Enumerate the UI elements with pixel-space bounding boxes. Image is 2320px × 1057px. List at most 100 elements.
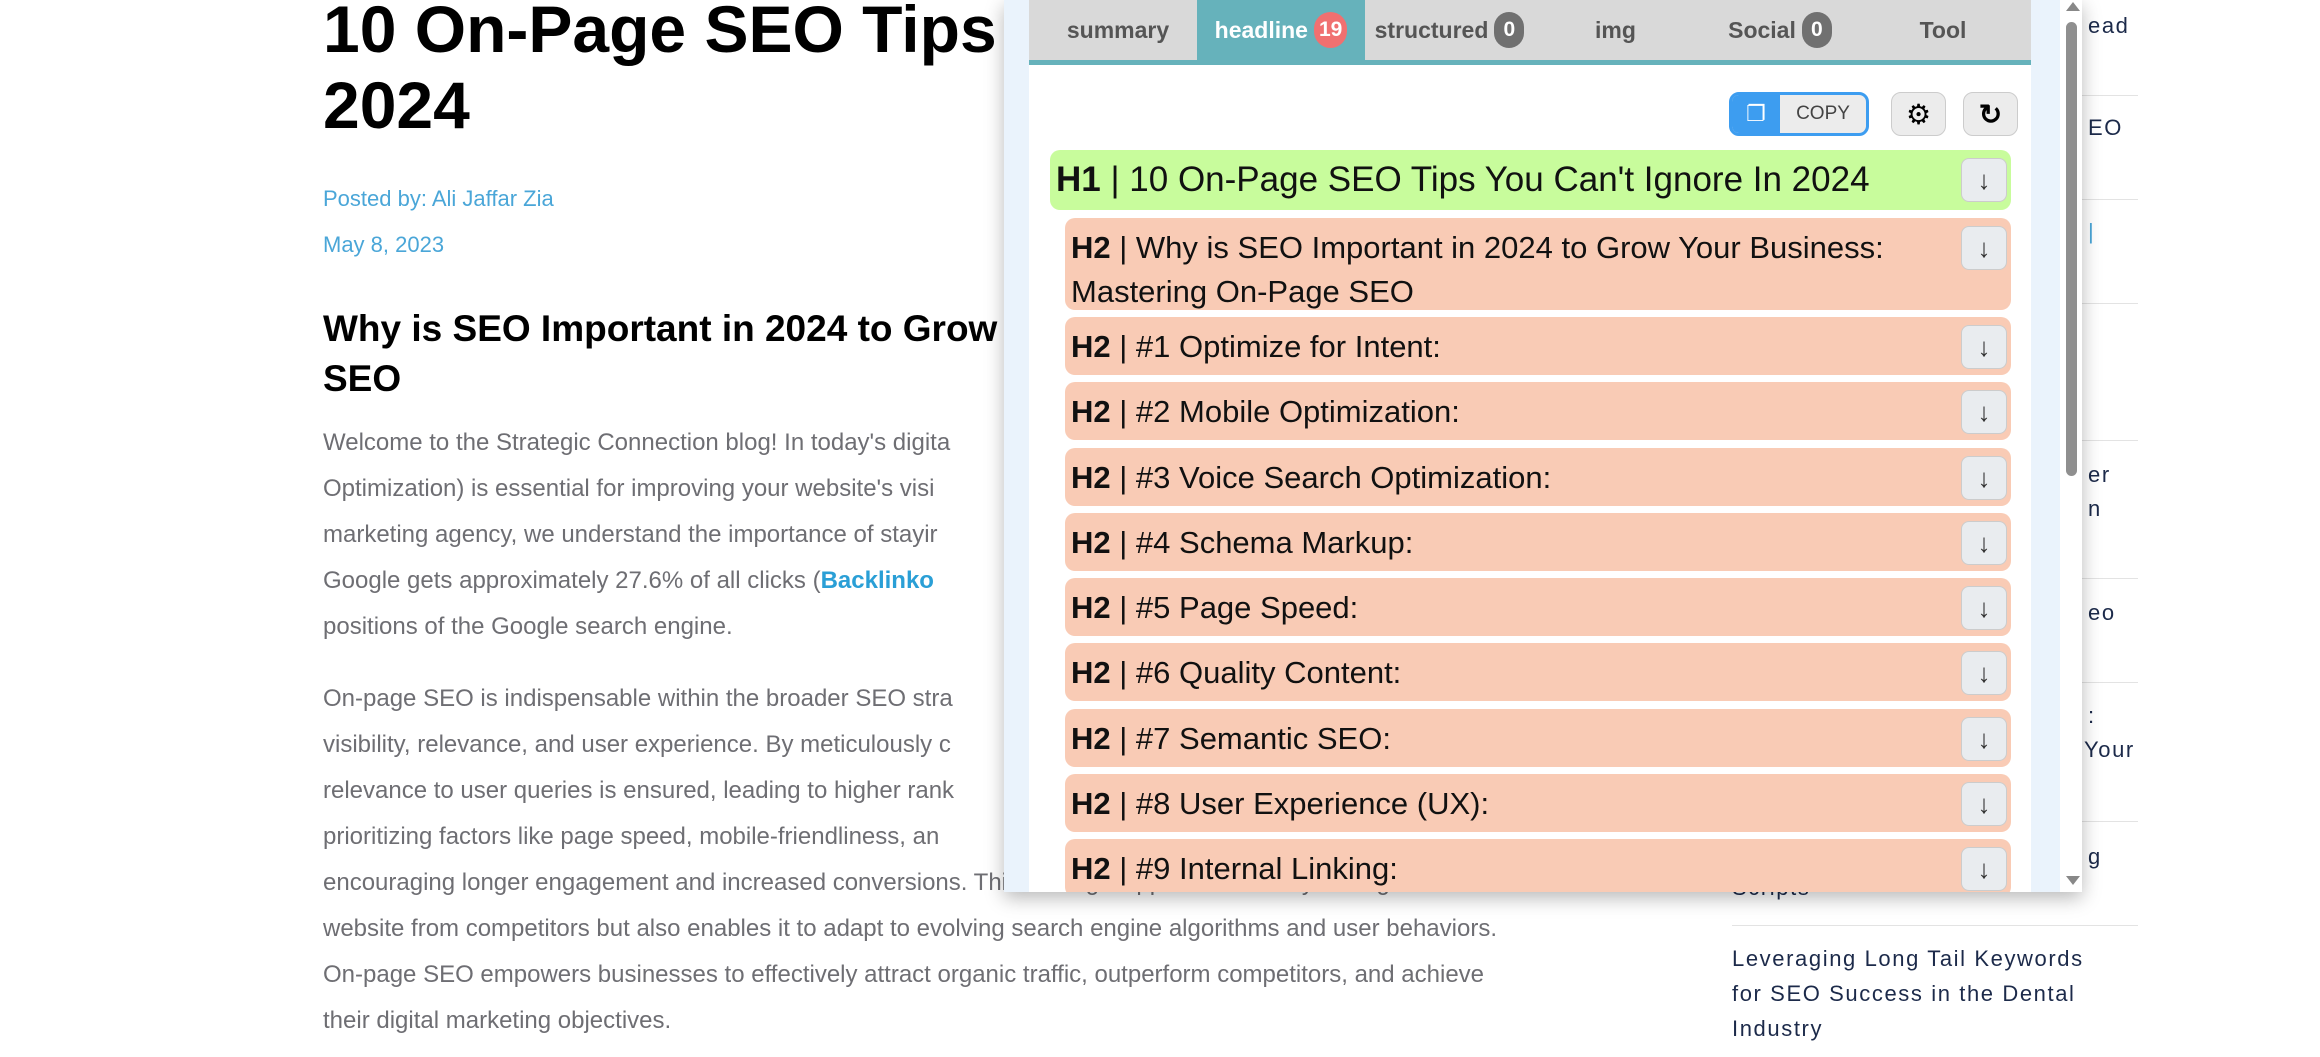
scroll-to-heading-arrow-icon[interactable]: ↓ — [1961, 717, 2007, 761]
heading-text: #7 Semantic SEO: — [1135, 721, 1391, 756]
heading-level: H2 — [1071, 786, 1111, 821]
heading-level: H2 — [1071, 394, 1111, 429]
paragraph-text: positions of the Google search engine. — [323, 613, 733, 640]
gear-icon: ⚙ — [1905, 98, 1932, 130]
sidebar-link[interactable]: g — [2088, 844, 2102, 870]
backlinko-link[interactable]: Backlinko — [821, 567, 934, 594]
heading-text: #6 Quality Content: — [1135, 655, 1402, 690]
separator: | — [1110, 525, 1136, 560]
popup-panel: summary headline 19 structured 0 img Social 0 To… — [1029, 0, 2031, 892]
tab-label: img — [1595, 16, 1636, 43]
scrollbar-thumb[interactable] — [2066, 22, 2077, 476]
scroll-to-heading-arrow-icon[interactable]: ↓ — [1961, 226, 2007, 270]
paragraph-line: Optimization) is essential for improving… — [323, 466, 934, 512]
heading-row-h2: H2 | #4 Schema Markup: ↓ — [1065, 513, 2011, 571]
tab-social[interactable]: Social 0 — [1697, 0, 1863, 60]
post-date: May 8, 2023 — [323, 232, 445, 257]
heading-row-h2: H2 | #1 Optimize for Intent: ↓ — [1065, 317, 2011, 375]
scroll-to-heading-arrow-icon[interactable]: ↓ — [1961, 456, 2007, 500]
separator: | — [1110, 230, 1136, 265]
heading-row-h2: H2 | #8 User Experience (UX): ↓ — [1065, 774, 2011, 832]
paragraph-line: prioritizing factors like page speed, mo… — [323, 823, 940, 850]
sidebar-link[interactable]: er — [2088, 462, 2111, 488]
paragraph-line: On-page SEO empowers businesses to effec… — [323, 961, 1485, 988]
paragraph-line: marketing agency, we understand the impo… — [323, 512, 938, 558]
sidebar-link[interactable]: eo — [2088, 600, 2116, 626]
copy-button[interactable]: ❐ COPY — [1729, 92, 1869, 136]
heading-level: H1 — [1056, 160, 1101, 199]
heading-level: H2 — [1071, 460, 1111, 495]
paragraph-line: their digital marketing objectives. — [323, 1007, 672, 1034]
paragraph-line: Google gets approximately 27.6% of all c… — [323, 558, 934, 604]
paragraph-text: Google gets approximately 27.6% of all c… — [323, 567, 821, 594]
heading-text: #3 Voice Search Optimization: — [1135, 460, 1552, 495]
tab-headline[interactable]: headline 19 — [1197, 0, 1365, 60]
heading-text: #1 Optimize for Intent: — [1135, 329, 1441, 364]
heading-text: #2 Mobile Optimization: — [1135, 394, 1460, 429]
sidebar-link-leveraging[interactable]: Industry — [1732, 1016, 1823, 1042]
heading-row-h2: H2 | #5 Page Speed: ↓ — [1065, 578, 2011, 636]
article-heading: SEO — [323, 358, 402, 399]
scrollbar[interactable] — [2060, 0, 2082, 892]
scroll-down-icon[interactable] — [2066, 876, 2080, 885]
copy-label: COPY — [1796, 103, 1850, 124]
tab-bar: summary headline 19 structured 0 img Social 0 To… — [1029, 0, 2031, 65]
separator: | — [1100, 160, 1130, 199]
tab-tool[interactable]: Tool — [1863, 0, 2023, 60]
tab-label: structured — [1374, 16, 1489, 43]
scroll-to-heading-arrow-icon[interactable]: ↓ — [1961, 521, 2007, 565]
tab-label: summary — [1066, 16, 1170, 43]
heading-level: H2 — [1071, 230, 1111, 265]
scroll-to-heading-arrow-icon[interactable]: ↓ — [1961, 390, 2007, 434]
sidebar-link[interactable]: Your — [2084, 737, 2135, 763]
sidebar-link-leveraging[interactable]: Leveraging Long Tail Keywords — [1732, 946, 2084, 972]
copy-icon: ❐ — [1732, 95, 1780, 133]
sidebar-divider — [1732, 925, 2138, 926]
heading-text: Why is SEO Important in 2024 to Grow You… — [1071, 230, 1884, 309]
paragraph-line: positions of the Google search engine. — [323, 604, 733, 650]
sidebar-link-leveraging[interactable]: for SEO Success in the Dental — [1732, 981, 2076, 1007]
sidebar-link[interactable]: EO — [2088, 115, 2123, 141]
sidebar-link[interactable]: n — [2088, 496, 2102, 522]
tab-structured[interactable]: structured 0 — [1365, 0, 1534, 60]
separator: | — [1110, 786, 1136, 821]
heading-text: #5 Page Speed: — [1135, 590, 1359, 625]
paragraph-line: On-page SEO is indispensable within the … — [323, 685, 953, 712]
heading-level: H2 — [1071, 590, 1111, 625]
scroll-to-heading-arrow-icon[interactable]: ↓ — [1961, 847, 2007, 891]
heading-text: 10 On-Page SEO Tips You Can't Ignore In … — [1129, 160, 1870, 199]
tab-count-badge: 19 — [1313, 12, 1348, 48]
separator: | — [1110, 655, 1136, 690]
heading-text: #8 User Experience (UX): — [1135, 786, 1490, 821]
scroll-up-icon[interactable] — [2066, 2, 2080, 11]
settings-button[interactable]: ⚙ — [1891, 92, 1946, 136]
author-link[interactable]: Posted by: Ali Jaffar Zia — [323, 186, 554, 212]
scroll-to-heading-arrow-icon[interactable]: ↓ — [1961, 651, 2007, 695]
separator: | — [1110, 329, 1136, 364]
separator: | — [1110, 460, 1136, 495]
scroll-to-heading-arrow-icon[interactable]: ↓ — [1961, 325, 2007, 369]
tab-label: Tool — [1919, 16, 1967, 43]
heading-level: H2 — [1071, 655, 1111, 690]
tab-label: Social — [1728, 16, 1796, 43]
scroll-to-heading-arrow-icon[interactable]: ↓ — [1961, 782, 2007, 826]
tab-summary[interactable]: summary — [1039, 0, 1197, 60]
heading-row-h2: H2 | #2 Mobile Optimization: ↓ — [1065, 382, 2011, 440]
paragraph-text: Optimization) is essential for improving… — [323, 475, 935, 502]
paragraph-line: Welcome to the Strategic Connection blog… — [323, 420, 950, 466]
heading-row-h2: H2 | #3 Voice Search Optimization: ↓ — [1065, 448, 2011, 506]
separator: | — [1110, 851, 1136, 886]
seo-extension-popup: summary headline 19 structured 0 img Social 0 To… — [1004, 0, 2082, 892]
heading-level: H2 — [1071, 329, 1111, 364]
tab-img[interactable]: img — [1534, 0, 1697, 60]
scroll-to-heading-arrow-icon[interactable]: ↓ — [1961, 586, 2007, 630]
refresh-button[interactable]: ↻ — [1963, 92, 2018, 136]
separator: | — [1110, 590, 1136, 625]
sidebar-link[interactable]: ead — [2088, 13, 2130, 39]
paragraph-line: website from competitors but also enable… — [323, 915, 1497, 942]
heading-level: H2 — [1071, 525, 1111, 560]
scroll-to-heading-arrow-icon[interactable]: ↓ — [1961, 158, 2007, 202]
heading-level: H2 — [1071, 851, 1111, 886]
sidebar-link[interactable]: : — [2088, 703, 2096, 729]
sidebar-link[interactable]: | — [2088, 219, 2095, 245]
